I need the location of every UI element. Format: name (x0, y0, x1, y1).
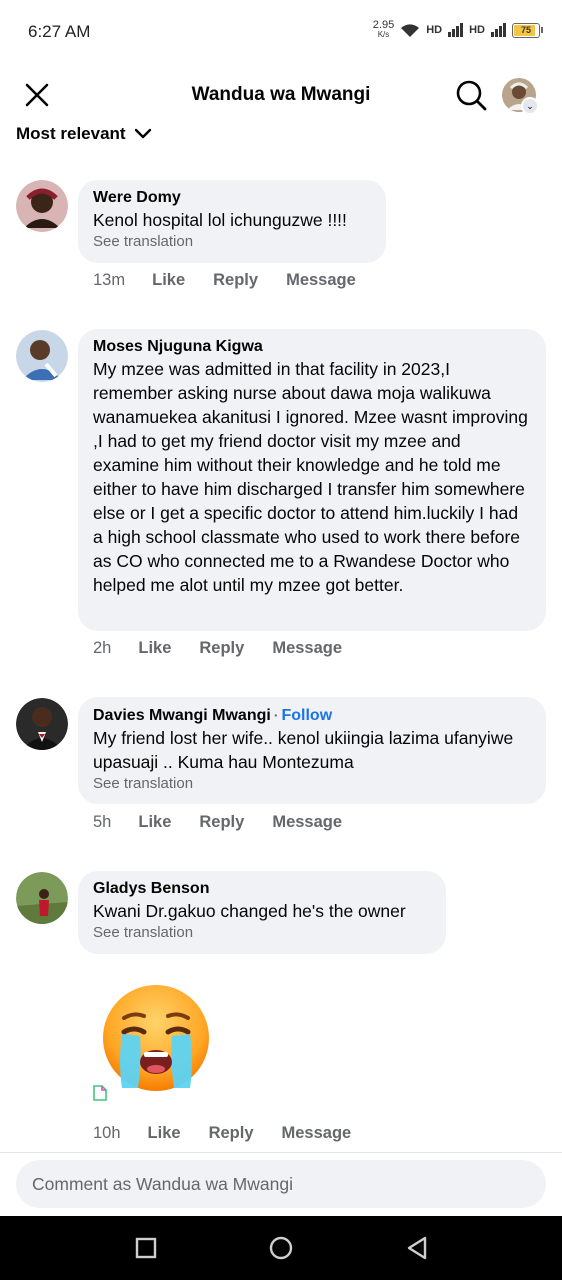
reply-button[interactable]: Reply (213, 271, 258, 290)
comment-text: My mzee was admitted in that facility in… (93, 359, 528, 595)
comment-author[interactable]: Moses Njuguna Kigwa (93, 337, 530, 357)
signal-icon-1 (448, 23, 464, 37)
loudly-crying-face-icon[interactable] (100, 982, 212, 1094)
comment-author[interactable]: Davies Mwangi Mwangi (93, 707, 271, 724)
comment-bubble[interactable]: Davies Mwangi Mwangi · Follow My friend lo… (78, 697, 546, 804)
comment-text: Kwani Dr.gakuo changed he's the owner (93, 901, 406, 921)
comment-author-row: Davies Mwangi Mwangi · Follow (93, 705, 530, 726)
battery-icon: 75 (512, 22, 543, 38)
comment-actions: 13m Like Reply Message (93, 271, 384, 290)
sticker-source-icon (93, 1085, 107, 1101)
message-button[interactable]: Message (282, 1124, 352, 1143)
like-button[interactable]: Like (148, 1124, 181, 1143)
like-button[interactable]: Like (138, 813, 171, 832)
network-speed-unit: K/s (377, 30, 390, 39)
avatar[interactable] (16, 330, 68, 382)
comment-actions: 10h Like Reply Message (93, 1124, 379, 1143)
network-speed: 2.95 K/s (373, 20, 394, 40)
status-icons: 2.95 K/s HD HD 75 (373, 20, 543, 40)
home-icon[interactable] (267, 1234, 295, 1262)
header: Wandua wa Mwangi ⌄ (0, 70, 562, 120)
network-speed-value: 2.95 (372, 19, 395, 31)
comment-time[interactable]: 2h (93, 639, 111, 658)
status-time: 6:27 AM (28, 22, 91, 41)
chevron-down-icon: ⌄ (521, 97, 539, 115)
comment-text: Kenol hospital lol ichunguzwe !!!! (93, 210, 347, 230)
comment-time[interactable]: 13m (93, 271, 125, 290)
recent-apps-icon[interactable] (132, 1234, 160, 1262)
like-button[interactable]: Like (152, 271, 185, 290)
sort-label: Most relevant (16, 124, 126, 143)
comment-time[interactable]: 10h (93, 1124, 121, 1143)
message-button[interactable]: Message (272, 813, 342, 832)
hd-label-2: HD (469, 24, 485, 36)
avatar[interactable] (16, 180, 68, 232)
see-translation-link[interactable]: See translation (93, 774, 530, 794)
comment-author[interactable]: Gladys Benson (93, 879, 430, 899)
back-icon[interactable] (403, 1234, 431, 1262)
like-button[interactable]: Like (138, 639, 171, 658)
comment-bubble[interactable]: Gladys Benson Kwani Dr.gakuo changed he'… (78, 871, 446, 954)
hd-label-1: HD (426, 24, 443, 36)
reply-button[interactable]: Reply (199, 813, 244, 832)
sort-dropdown[interactable]: Most relevant (16, 124, 152, 144)
search-icon (456, 80, 487, 111)
avatar[interactable] (16, 872, 68, 924)
system-navigation-bar (0, 1216, 562, 1280)
reply-button[interactable]: Reply (209, 1124, 254, 1143)
separator-dot: · (273, 707, 279, 723)
comment-bubble[interactable]: Were Domy Kenol hospital lol ichunguzwe … (78, 180, 386, 263)
see-translation-link[interactable]: See translation (93, 923, 430, 943)
comment-text: My friend lost her wife.. kenol ukiingia… (93, 728, 514, 772)
reply-button[interactable]: Reply (199, 639, 244, 658)
comment-input-placeholder: Comment as Wandua wa Mwangi (32, 1173, 293, 1194)
comment-actions: 2h Like Reply Message (93, 639, 370, 658)
comment-time[interactable]: 5h (93, 813, 111, 832)
avatar[interactable] (16, 698, 68, 750)
divider (0, 1152, 562, 1153)
comment-author[interactable]: Were Domy (93, 188, 370, 208)
see-translation-link[interactable]: See translation (93, 232, 370, 252)
comment-input[interactable]: Comment as Wandua wa Mwangi (16, 1160, 546, 1208)
signal-icon-2 (491, 23, 506, 37)
profile-switcher-button[interactable]: ⌄ (502, 78, 539, 115)
message-button[interactable]: Message (286, 271, 356, 290)
chevron-down-icon (134, 128, 151, 139)
battery-level: 75 (520, 25, 531, 35)
comment-actions: 5h Like Reply Message (93, 813, 370, 832)
search-button[interactable] (454, 78, 488, 112)
comment-bubble[interactable]: Moses Njuguna Kigwa My mzee was admitted… (78, 329, 546, 631)
message-button[interactable]: Message (272, 639, 342, 658)
status-bar: 6:27 AM 2.95 K/s HD HD 75 (0, 0, 562, 64)
follow-button[interactable]: Follow (281, 707, 332, 724)
wifi-icon (401, 23, 420, 37)
